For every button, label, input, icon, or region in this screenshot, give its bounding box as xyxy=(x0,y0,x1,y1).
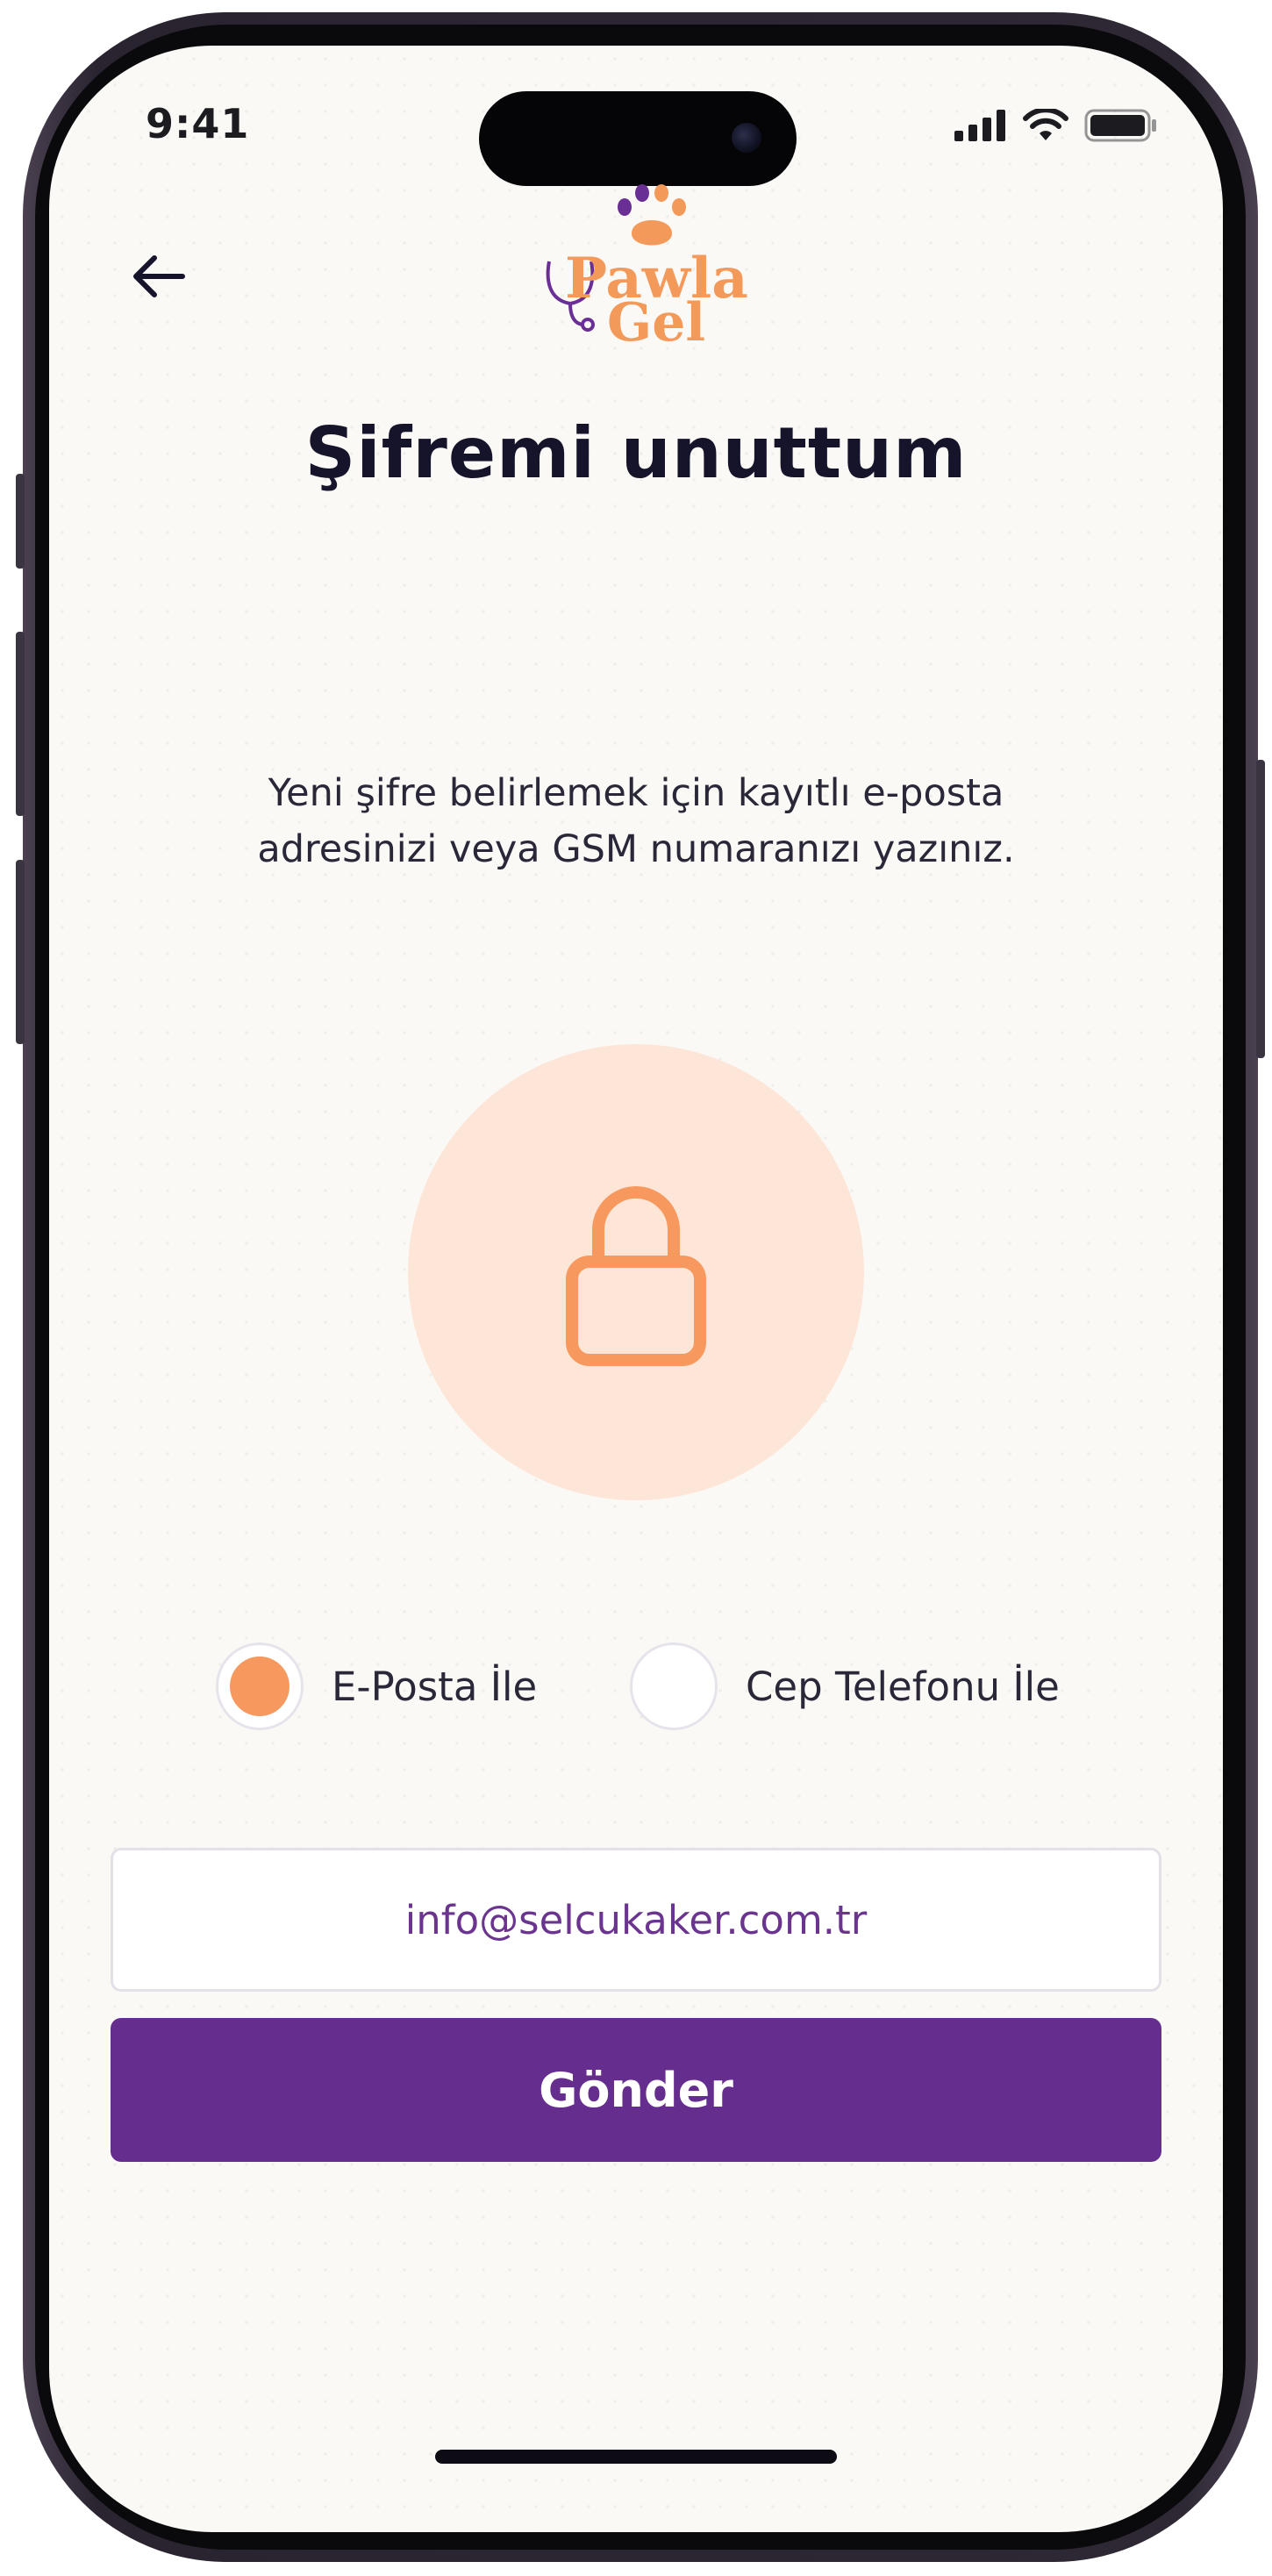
radio-email-label: E-Posta İle xyxy=(332,1663,538,1710)
home-indicator xyxy=(435,2450,837,2464)
status-time: 9:41 xyxy=(146,100,250,147)
app-logo: Pawla Gel xyxy=(540,184,768,351)
action-button xyxy=(16,474,25,569)
app-screen: 9:41 Pawla Gel Şifremi unuttum Yeni şifr… xyxy=(49,46,1223,2532)
radio-email[interactable]: E-Posta İle xyxy=(216,1642,537,1730)
logo-text-gel: Gel xyxy=(607,292,706,354)
battery-icon xyxy=(1084,109,1158,146)
lock-illustration xyxy=(408,1044,864,1500)
cellular-signal-icon xyxy=(954,110,1007,145)
wifi-icon xyxy=(1023,107,1068,146)
submit-button[interactable]: Gönder xyxy=(111,2018,1161,2162)
power-button xyxy=(1256,760,1265,1058)
arrow-left-icon xyxy=(133,255,185,297)
contact-method-group: E-Posta İle Cep Telefonu İle xyxy=(49,1642,1223,1739)
radio-phone-circle[interactable] xyxy=(630,1642,718,1730)
radio-email-circle[interactable] xyxy=(216,1642,304,1730)
dynamic-island xyxy=(479,91,797,186)
volume-down-button xyxy=(16,860,25,1044)
page-description: Yeni şifre belirlemek için kayıtlı e-pos… xyxy=(257,771,1015,871)
contact-input[interactable] xyxy=(113,1895,1159,1944)
front-camera xyxy=(732,123,761,153)
contact-input-container xyxy=(111,1848,1161,1992)
radio-selected-dot xyxy=(230,1657,289,1716)
page-title: Şifremi unuttum xyxy=(304,412,968,494)
back-button[interactable] xyxy=(119,237,198,316)
status-icons xyxy=(954,107,1158,146)
volume-up-button xyxy=(16,632,25,816)
radio-phone[interactable]: Cep Telefonu İle xyxy=(630,1642,1060,1730)
radio-phone-label: Cep Telefonu İle xyxy=(746,1663,1060,1710)
paw-icon xyxy=(618,184,686,246)
lock-icon xyxy=(566,1186,706,1366)
